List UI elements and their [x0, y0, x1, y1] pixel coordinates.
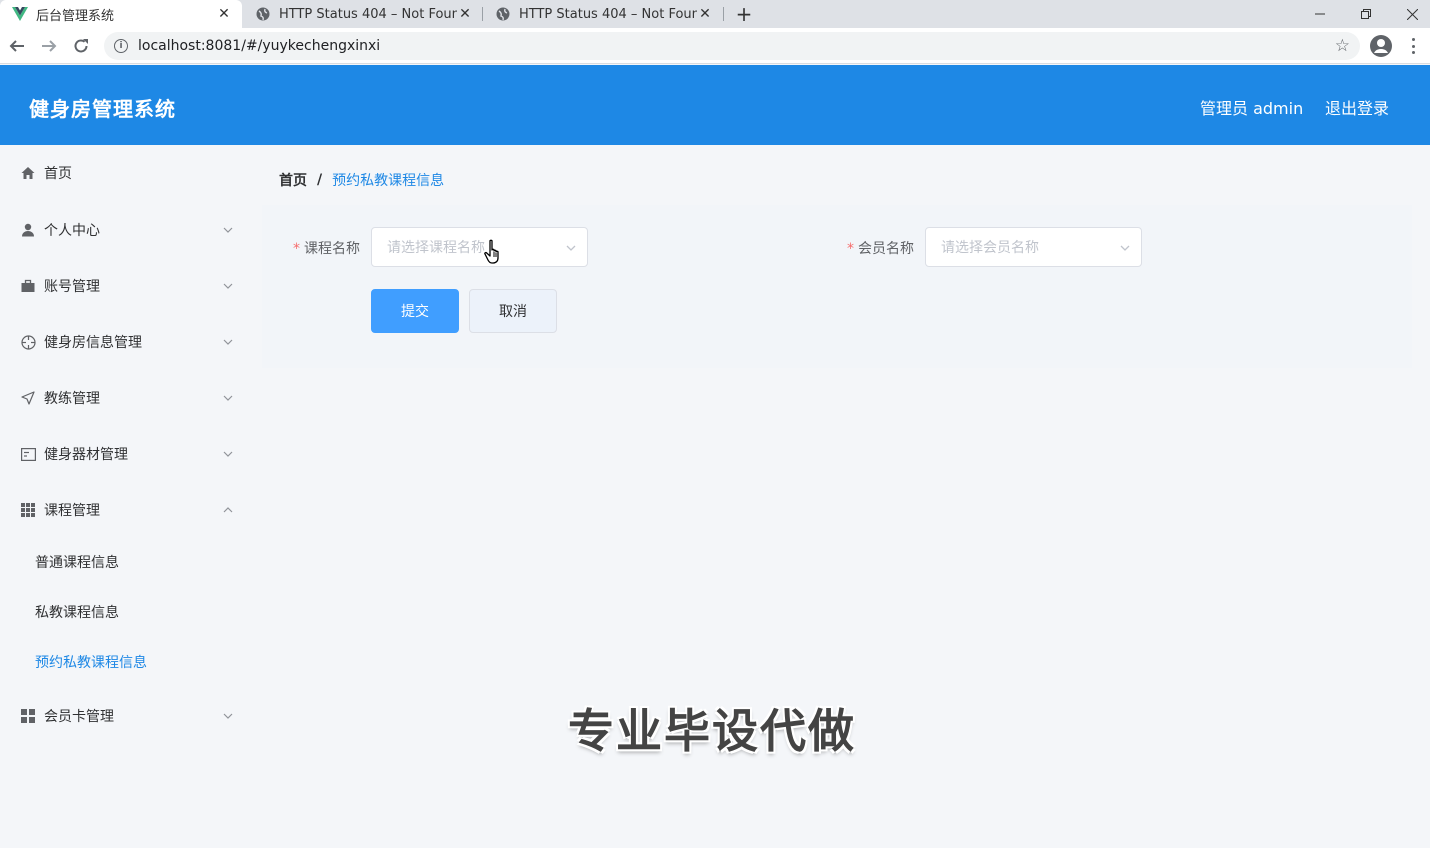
sidebar-item-home[interactable]: 首页	[0, 145, 254, 201]
sidebar-item-course[interactable]: 课程管理	[0, 482, 254, 538]
sidebar-subitem-private-course[interactable]: 私教课程信息	[0, 587, 254, 637]
submit-button[interactable]: 提交	[371, 289, 459, 333]
required-mark: *	[847, 241, 854, 257]
breadcrumb: 首页 / 预约私教课程信息	[262, 155, 1412, 205]
tab-close-icon[interactable]: ✕	[216, 6, 232, 22]
reload-icon[interactable]	[69, 34, 93, 58]
chevron-up-icon	[223, 507, 233, 513]
browser-tab-1[interactable]: 后台管理系统 ✕	[0, 0, 242, 28]
apps-icon	[20, 708, 36, 724]
browser-toolbar: i localhost:8081/#/yuykechengxinxi ☆	[0, 28, 1430, 64]
forward-arrow-icon[interactable]	[37, 34, 61, 58]
member-name-select[interactable]: 请选择会员名称	[925, 227, 1142, 267]
minimize-icon[interactable]	[1297, 0, 1343, 28]
tab-title: HTTP Status 404 – Not Found	[279, 6, 457, 22]
sidebar-item-label: 首页	[44, 166, 72, 182]
sidebar-item-equipment[interactable]: 健身器材管理	[0, 426, 254, 482]
course-name-select[interactable]: 请选择课程名称	[371, 227, 588, 267]
restore-icon[interactable]	[1343, 0, 1389, 28]
profile-avatar-icon[interactable]	[1369, 34, 1393, 58]
new-tab-icon[interactable]: +	[733, 2, 755, 26]
hand-pointer-icon	[484, 239, 499, 264]
globe-icon	[495, 6, 511, 22]
cancel-button[interactable]: 取消	[469, 289, 557, 333]
sidebar-item-label: 个人中心	[44, 223, 100, 239]
grid-icon	[20, 502, 36, 518]
sidebar-item-label: 账号管理	[44, 279, 100, 295]
breadcrumb-separator: /	[317, 172, 323, 188]
sidebar-menu: 首页 个人中心 账号管理 健身房信息管理 教练管理 健身器材管理 课程管理 普通…	[0, 145, 254, 848]
browser-menu-icon[interactable]	[1405, 36, 1421, 56]
tab-close-icon[interactable]: ✕	[697, 6, 713, 22]
member-name-label: * 会员名称	[847, 238, 914, 258]
sidebar-item-member-card[interactable]: 会员卡管理	[0, 688, 254, 744]
back-arrow-icon[interactable]	[5, 34, 29, 58]
tab-title: HTTP Status 404 – Not Found	[519, 6, 697, 22]
member-name-placeholder: 请选择会员名称	[941, 240, 1039, 256]
chevron-down-icon	[223, 283, 233, 289]
chevron-down-icon	[566, 245, 576, 251]
chevron-down-icon	[1120, 245, 1130, 251]
sidebar-item-coach[interactable]: 教练管理	[0, 370, 254, 426]
close-window-icon[interactable]	[1389, 0, 1430, 28]
address-bar[interactable]: i localhost:8081/#/yuykechengxinxi ☆	[104, 32, 1360, 60]
current-user: 管理员 admin	[1200, 99, 1304, 118]
sidebar-item-gym-info[interactable]: 健身房信息管理	[0, 314, 254, 370]
sidebar-subitem-normal-course[interactable]: 普通课程信息	[0, 537, 254, 587]
tab-title: 后台管理系统	[36, 8, 115, 24]
app-header: 健身房管理系统 管理员 admin 退出登录	[0, 65, 1430, 145]
vue-logo-icon	[12, 6, 28, 22]
id-card-icon	[20, 446, 36, 462]
watermark-text: 专业毕设代做	[568, 704, 856, 758]
browser-tab-3[interactable]: HTTP Status 404 – Not Found ✕	[483, 0, 723, 28]
browser-tab-2[interactable]: HTTP Status 404 – Not Found ✕	[243, 0, 483, 28]
course-name-label: * 课程名称	[293, 238, 360, 258]
sidebar-item-label: 会员卡管理	[44, 709, 114, 725]
home-icon	[20, 165, 36, 181]
chevron-down-icon	[223, 713, 233, 719]
bookmark-star-icon[interactable]: ☆	[1335, 37, 1350, 55]
info-icon[interactable]: i	[114, 39, 128, 53]
tab-divider	[723, 7, 724, 21]
sidebar-item-personal-center[interactable]: 个人中心	[0, 202, 254, 258]
sidebar-item-label: 教练管理	[44, 391, 100, 407]
course-name-placeholder: 请选择课程名称	[387, 240, 485, 256]
course-name-label-text: 课程名称	[304, 241, 360, 257]
chevron-down-icon	[223, 451, 233, 457]
sidebar-subitem-private-booking[interactable]: 预约私教课程信息	[0, 637, 254, 687]
breadcrumb-current: 预约私教课程信息	[332, 173, 445, 189]
breadcrumb-home[interactable]: 首页	[279, 170, 307, 190]
globe-icon	[255, 6, 271, 22]
logout-link[interactable]: 退出登录	[1325, 95, 1389, 119]
sidebar-item-label: 课程管理	[44, 503, 100, 519]
send-icon	[20, 390, 36, 406]
sidebar-item-label: 健身器材管理	[44, 447, 128, 463]
user-icon	[20, 222, 36, 238]
chevron-down-icon	[223, 339, 233, 345]
app-title: 健身房管理系统	[29, 97, 176, 121]
sidebar-item-label: 健身房信息管理	[44, 335, 142, 351]
required-mark: *	[293, 241, 300, 257]
chevron-down-icon	[223, 395, 233, 401]
chevron-down-icon	[223, 227, 233, 233]
member-name-label-text: 会员名称	[858, 241, 914, 257]
tab-close-icon[interactable]: ✕	[457, 6, 473, 22]
briefcase-icon	[20, 278, 36, 294]
browser-tab-bar: 后台管理系统 ✕ HTTP Status 404 – Not Found ✕ H…	[0, 0, 1430, 28]
sidebar-item-account[interactable]: 账号管理	[0, 258, 254, 314]
crosshair-icon	[20, 334, 36, 350]
url-text: localhost:8081/#/yuykechengxinxi	[138, 38, 381, 54]
